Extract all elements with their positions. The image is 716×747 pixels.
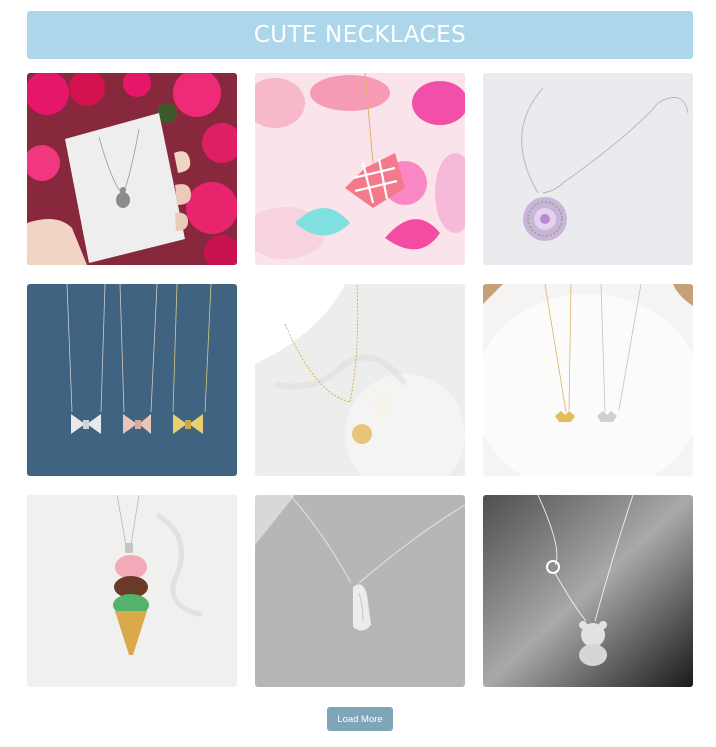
gallery-tile-teddy-necklace[interactable] [483, 495, 693, 687]
waffle-necklace-photo [255, 73, 465, 265]
product-gallery [27, 73, 693, 687]
page-title: CUTE NECKLACES [253, 22, 467, 48]
gallery-tile-ice-cream-necklace[interactable] [27, 495, 237, 687]
gallery-tile-waffle-necklace[interactable] [255, 73, 465, 265]
load-more-button[interactable]: Load More [327, 707, 393, 731]
initial-necklace-photo [255, 284, 465, 476]
gallery-tile-bat-necklaces[interactable] [483, 284, 693, 476]
gallery-tile-bean-necklace[interactable] [255, 495, 465, 687]
turtle-necklace-photo [27, 73, 237, 265]
gallery-tile-turtle-necklace[interactable] [27, 73, 237, 265]
bean-necklace-photo [255, 495, 465, 687]
gallery-tile-bow-necklaces[interactable] [27, 284, 237, 476]
bow-necklaces-photo [27, 284, 237, 476]
page-header: CUTE NECKLACES [27, 11, 693, 59]
ice-cream-necklace-photo [27, 495, 237, 687]
teddy-necklace-photo [483, 495, 693, 687]
bat-necklaces-photo [483, 284, 693, 476]
gallery-tile-initial-necklace[interactable] [255, 284, 465, 476]
gallery-tile-mandala-necklace[interactable] [483, 73, 693, 265]
mandala-necklace-photo [483, 73, 693, 265]
